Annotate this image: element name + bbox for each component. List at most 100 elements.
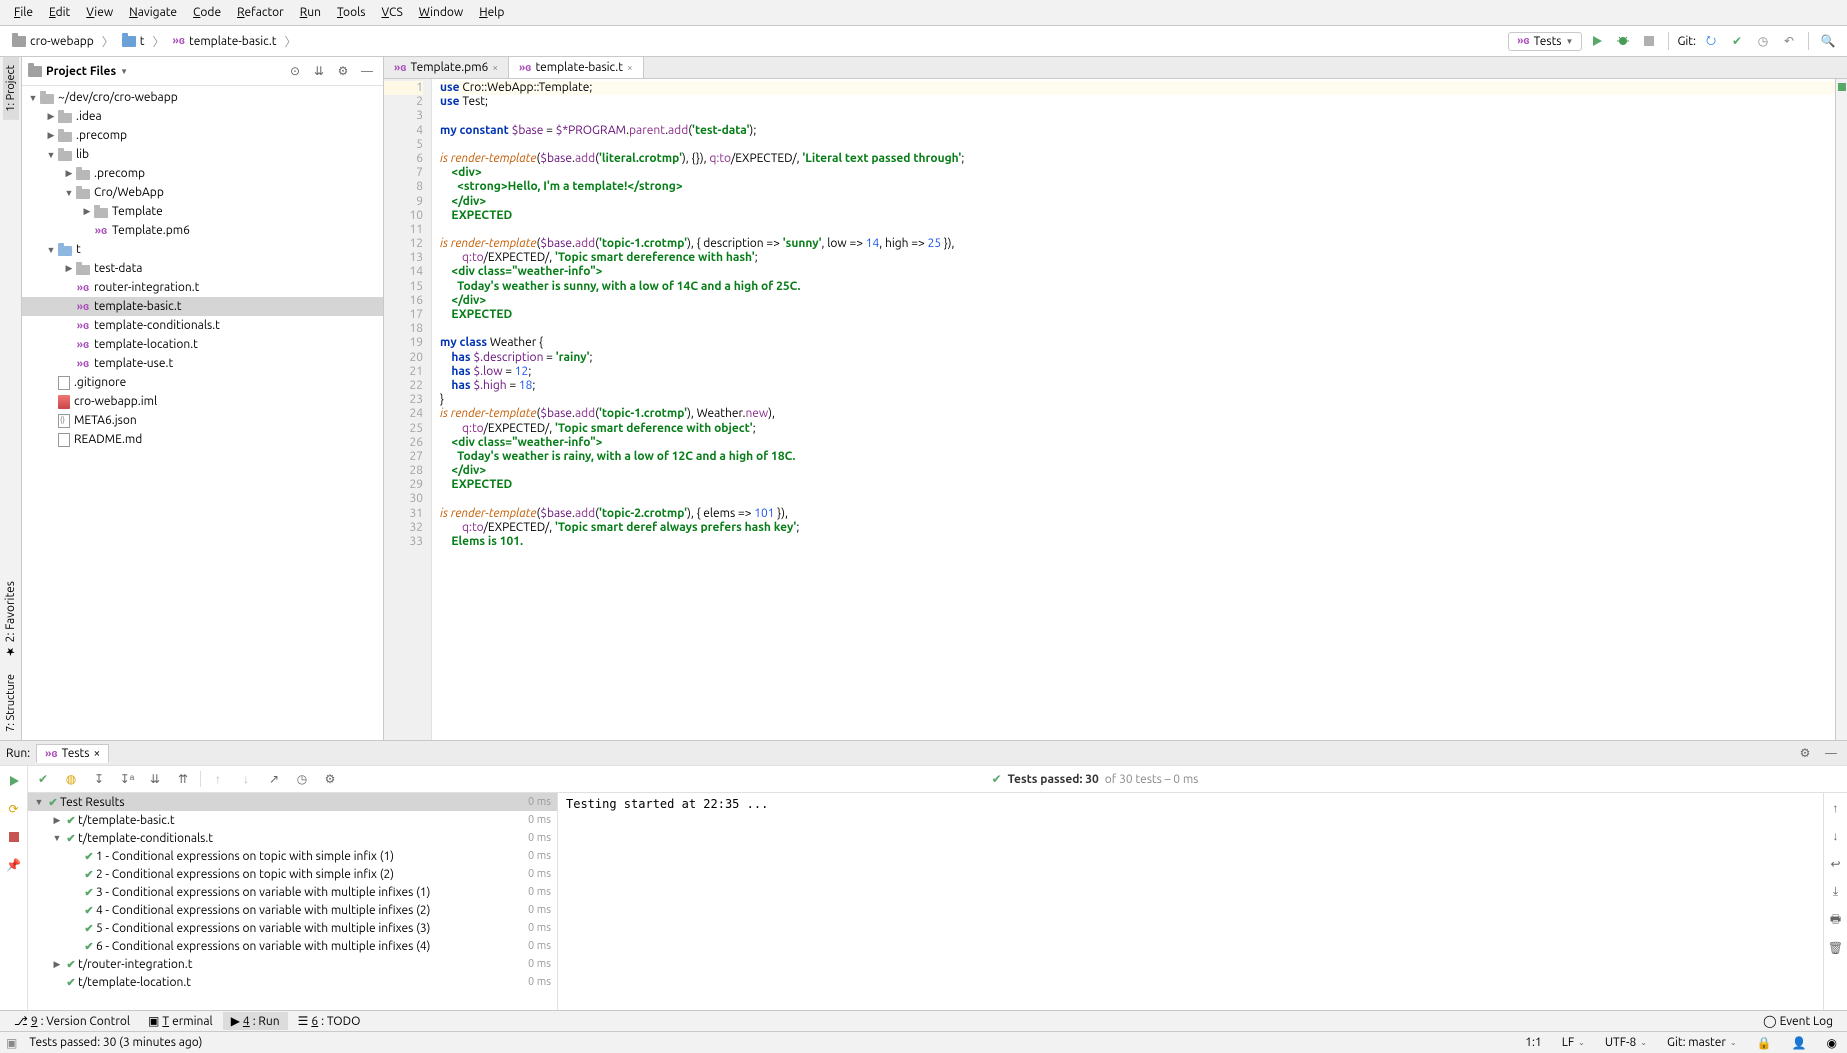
tree-arrow[interactable]: ▼ <box>62 188 76 198</box>
tree-item[interactable]: ▼Cro/WebApp <box>22 183 383 202</box>
menu-edit[interactable]: Edit <box>41 4 78 21</box>
editor[interactable]: 1234567891011121314151617181920212223242… <box>384 79 1847 740</box>
menu-file[interactable]: File <box>6 4 41 21</box>
test-tree-item[interactable]: ✔2 - Conditional expressions on topic wi… <box>28 865 557 883</box>
tree-item[interactable]: cro-webapp.iml <box>22 392 383 411</box>
tree-item[interactable]: META6.json <box>22 411 383 430</box>
run-button[interactable] <box>1586 30 1608 52</box>
file-encoding[interactable]: UTF-8 ⌄ <box>1601 1036 1651 1049</box>
export-button[interactable]: ↗ <box>263 768 285 790</box>
clear-button[interactable]: 🗑 <box>1825 937 1847 959</box>
test-tree-item[interactable]: ▶✔t/template-basic.t0 ms <box>28 811 557 829</box>
bottom-tab-run[interactable]: ▶ 4: Run <box>223 1012 288 1030</box>
git-branch[interactable]: Git: master ⌄ <box>1663 1036 1741 1049</box>
tree-item[interactable]: »ɞTemplate.pm6 <box>22 221 383 240</box>
tree-arrow[interactable]: ▶ <box>80 206 94 217</box>
test-tree-item[interactable]: ✔t/template-location.t0 ms <box>28 973 557 991</box>
menu-window[interactable]: Window <box>411 4 471 21</box>
tree-arrow[interactable]: ▶ <box>44 130 58 141</box>
menu-view[interactable]: View <box>78 4 121 21</box>
inspection-profile[interactable]: 👤 <box>1788 1036 1811 1050</box>
stop-tests-button[interactable] <box>3 826 25 848</box>
event-log-tab[interactable]: ◯ Event Log <box>1755 1012 1841 1030</box>
prev-failed-button[interactable]: ↑ <box>207 768 229 790</box>
rerun-button[interactable] <box>3 770 25 792</box>
history-button[interactable]: ◷ <box>291 768 313 790</box>
tree-item[interactable]: »ɞtemplate-use.t <box>22 354 383 373</box>
toggle-auto-test-button[interactable]: ⟳ <box>3 798 25 820</box>
tree-item[interactable]: »ɞtemplate-basic.t <box>22 297 383 316</box>
collapse-all-button[interactable]: ⇊ <box>309 61 329 81</box>
debug-button[interactable] <box>1612 30 1634 52</box>
close-icon[interactable]: × <box>93 747 100 760</box>
menu-navigate[interactable]: Navigate <box>121 4 185 21</box>
tool-tab-favorites[interactable]: ★ 2: Favorites <box>2 573 19 666</box>
stop-button[interactable] <box>1638 30 1660 52</box>
test-console[interactable]: Testing started at 22:35 ... <box>558 793 1823 1010</box>
menu-code[interactable]: Code <box>185 4 229 21</box>
line-separator[interactable]: LF ⌄ <box>1558 1036 1589 1049</box>
test-tree-item[interactable]: ✔4 - Conditional expressions on variable… <box>28 901 557 919</box>
test-tree-item[interactable]: ✔5 - Conditional expressions on variable… <box>28 919 557 937</box>
readonly-toggle[interactable]: 🔒 <box>1753 1036 1776 1050</box>
test-tree-item[interactable]: ▶✔t/router-integration.t0 ms <box>28 955 557 973</box>
error-stripe[interactable] <box>1835 79 1847 740</box>
code-area[interactable]: use Cro::WebApp::Template;use Test;my co… <box>432 79 1835 740</box>
memory-indicator[interactable]: ◉ <box>1823 1036 1841 1050</box>
menu-tools[interactable]: Tools <box>329 4 374 21</box>
tree-item[interactable]: README.md <box>22 430 383 449</box>
sort-button[interactable]: ↧ <box>88 768 110 790</box>
collapse-all-button[interactable]: ⇈ <box>172 768 194 790</box>
settings-button[interactable]: ⚙ <box>333 61 353 81</box>
tree-arrow[interactable]: ▼ <box>44 150 58 160</box>
scroll-down-button[interactable]: ↓ <box>1825 825 1847 847</box>
editor-tab[interactable]: »ɞTemplate.pm6× <box>384 57 509 78</box>
bottom-tab-todo[interactable]: ☰ 6: TODO <box>290 1012 369 1030</box>
tree-item[interactable]: ▼lib <box>22 145 383 164</box>
scroll-end-button[interactable]: ⤓ <box>1825 881 1847 903</box>
tree-item[interactable]: ▶.idea <box>22 107 383 126</box>
tree-item[interactable]: »ɞtemplate-location.t <box>22 335 383 354</box>
vcs-commit-button[interactable]: ✔ <box>1726 30 1748 52</box>
scroll-from-source-button[interactable]: ⊙ <box>285 61 305 81</box>
next-failed-button[interactable]: ↓ <box>235 768 257 790</box>
pin-button[interactable]: 📌 <box>3 854 25 876</box>
breadcrumb-item[interactable]: cro-webapp <box>8 33 98 50</box>
vcs-revert-button[interactable]: ↶ <box>1778 30 1800 52</box>
tree-arrow[interactable]: ▶ <box>62 263 76 274</box>
test-settings-button[interactable]: ⚙ <box>319 768 341 790</box>
menu-help[interactable]: Help <box>471 4 512 21</box>
vcs-history-button[interactable]: ◷ <box>1752 30 1774 52</box>
tree-item[interactable]: ▶Template <box>22 202 383 221</box>
tool-tab-structure[interactable]: 7: Structure <box>3 666 19 740</box>
test-tree-item[interactable]: ▼✔t/template-conditionals.t0 ms <box>28 829 557 847</box>
tree-item[interactable]: ▼t <box>22 240 383 259</box>
tree-item[interactable]: ▶.precomp <box>22 126 383 145</box>
run-tab-tests[interactable]: »ɞ Tests × <box>36 744 109 763</box>
tree-item[interactable]: ▶test-data <box>22 259 383 278</box>
vcs-update-button[interactable]: ⭮ <box>1700 30 1722 52</box>
close-icon[interactable]: × <box>492 62 498 73</box>
tree-item[interactable]: »ɞrouter-integration.t <box>22 278 383 297</box>
tree-arrow[interactable]: ▼ <box>44 245 58 255</box>
tool-tab-project[interactable]: 1: Project <box>3 57 19 120</box>
editor-tab[interactable]: »ɞtemplate-basic.t× <box>509 57 644 78</box>
test-tree-item[interactable]: ✔1 - Conditional expressions on topic wi… <box>28 847 557 865</box>
scroll-up-button[interactable]: ↑ <box>1825 797 1847 819</box>
test-tree-item[interactable]: ▼✔Test Results0 ms <box>28 793 557 811</box>
tree-arrow[interactable]: ▼ <box>26 93 40 103</box>
test-tree-item[interactable]: ✔3 - Conditional expressions on variable… <box>28 883 557 901</box>
tree-item[interactable]: .gitignore <box>22 373 383 392</box>
search-everywhere-button[interactable]: 🔍 <box>1817 30 1839 52</box>
caret-position[interactable]: 1:1 <box>1521 1036 1546 1049</box>
run-configuration-selector[interactable]: »ɞ Tests ▼ <box>1508 32 1582 51</box>
show-ignored-button[interactable]: ◍ <box>60 768 82 790</box>
tree-arrow[interactable]: ▶ <box>62 168 76 179</box>
expand-all-button[interactable]: ⇊ <box>144 768 166 790</box>
run-hide-button[interactable]: — <box>1821 743 1841 763</box>
editor-gutter[interactable]: 1234567891011121314151617181920212223242… <box>384 79 432 740</box>
bottom-tab-terminal[interactable]: ▣ Terminal <box>140 1012 221 1030</box>
show-passed-button[interactable]: ✔ <box>32 768 54 790</box>
breadcrumb-item[interactable]: »ɞtemplate-basic.t <box>169 33 281 50</box>
tree-arrow[interactable]: ▶ <box>44 111 58 122</box>
